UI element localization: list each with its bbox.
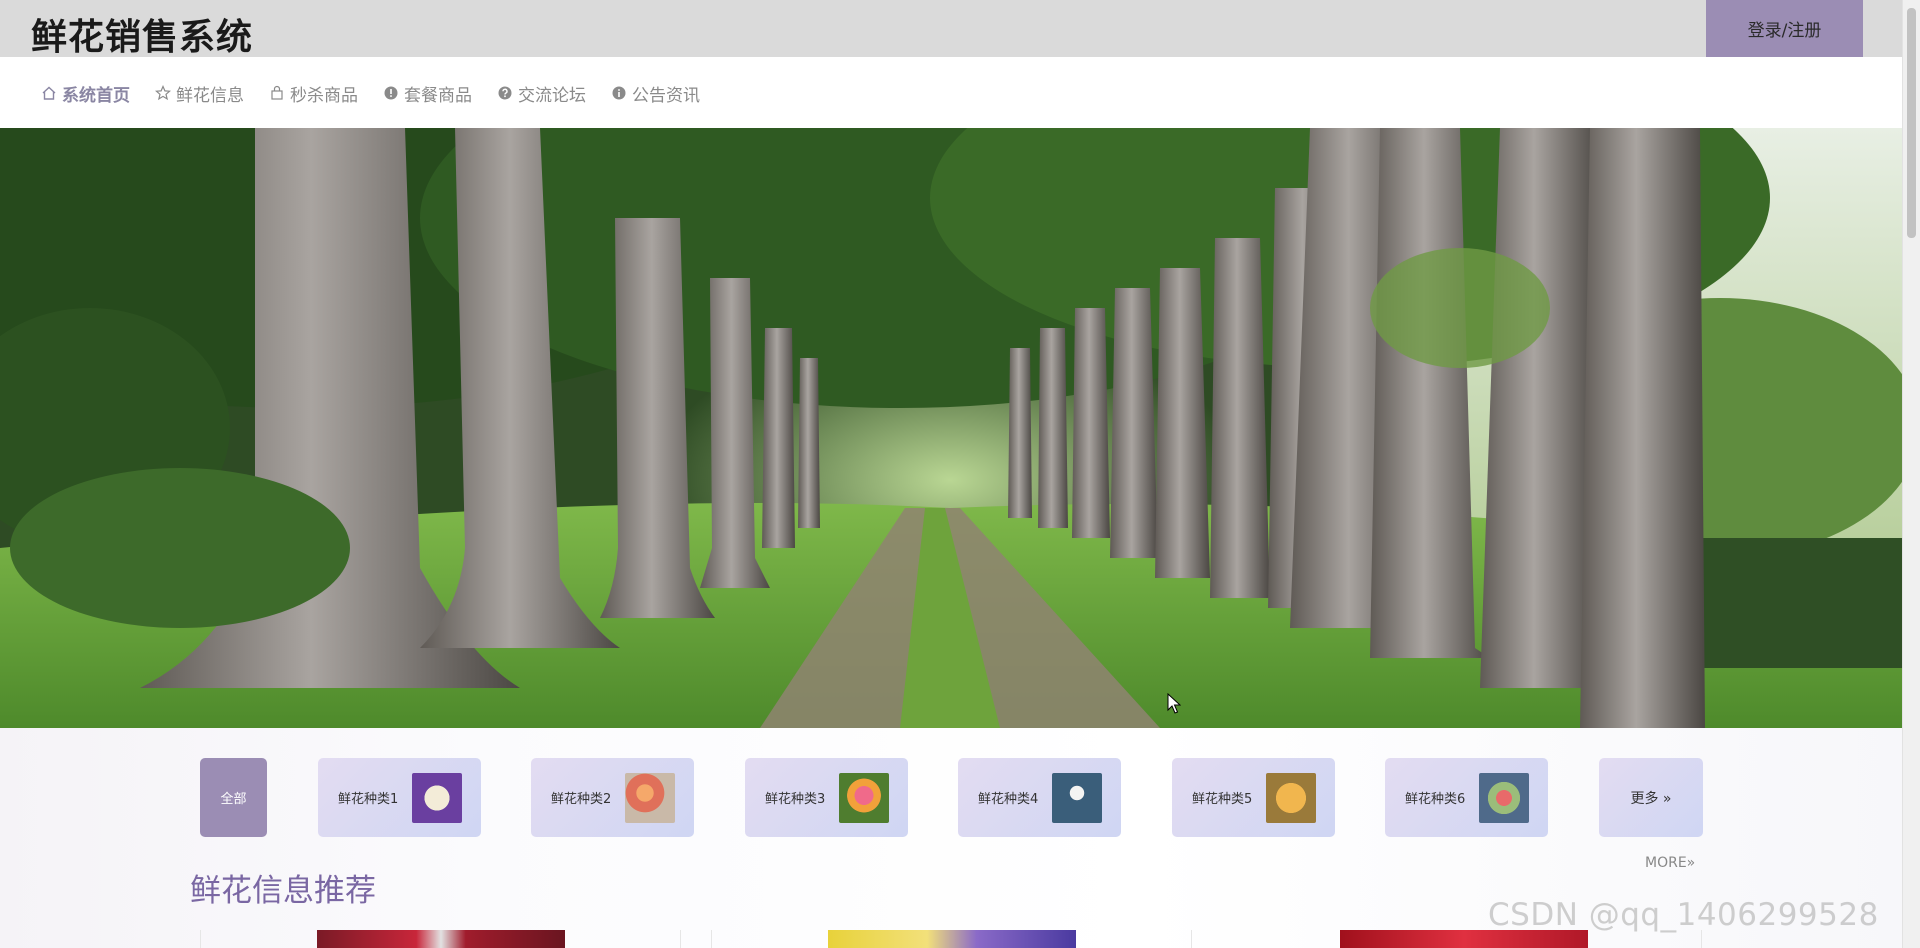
section-title: 鲜花信息推荐 (190, 873, 376, 909)
nav-label: 鲜花信息 (176, 85, 244, 106)
banner-illustration (0, 128, 1902, 728)
product-image (828, 930, 1076, 948)
nav-label: 交流论坛 (518, 85, 586, 106)
category-item[interactable]: 鲜花种类4 (958, 758, 1121, 837)
nav-item-flowers[interactable]: 鲜花信息 (154, 80, 244, 106)
category-item[interactable]: 鲜花种类1 (318, 758, 481, 837)
product-image (317, 930, 565, 948)
nav-label: 秒杀商品 (290, 85, 358, 106)
watermark: CSDN @qq_1406299528 (1488, 897, 1879, 933)
nav-label: 套餐商品 (404, 85, 472, 106)
category-thumbnail (625, 772, 675, 823)
category-thumbnail (1479, 772, 1529, 823)
category-label: 鲜花种类2 (551, 792, 612, 807)
nav-item-flash-sale[interactable]: 秒杀商品 (268, 80, 358, 106)
star-icon (154, 84, 172, 102)
category-item[interactable]: 鲜花种类2 (531, 758, 694, 837)
category-thumbnail (1052, 772, 1102, 823)
category-label: 鲜花种类1 (338, 792, 399, 807)
category-label: 鲜花种类6 (1405, 792, 1466, 807)
category-label: 鲜花种类3 (765, 792, 826, 807)
main-nav: 系统首页 鲜花信息 秒杀商品 套餐商品 交流论坛 公告资讯 (0, 57, 1902, 128)
login-register-button[interactable]: 登录/注册 (1706, 0, 1863, 57)
category-thumbnail (1266, 772, 1316, 823)
category-item[interactable]: 鲜花种类3 (745, 758, 908, 837)
nav-item-packages[interactable]: 套餐商品 (382, 80, 472, 106)
more-link[interactable]: MORE» (1645, 855, 1695, 871)
info-circle-icon (610, 84, 628, 102)
category-item[interactable]: 鲜花种类5 (1172, 758, 1335, 837)
category-label: 鲜花种类5 (1192, 792, 1253, 807)
nav-item-announcements[interactable]: 公告资讯 (610, 80, 700, 106)
header-bar: 鲜花销售系统 登录/注册 (0, 0, 1902, 58)
site-title: 鲜花销售系统 (31, 17, 254, 58)
category-thumbnail (839, 772, 889, 823)
question-circle-icon (496, 84, 514, 102)
category-more-button[interactable]: 更多 » (1599, 758, 1703, 837)
banner-image[interactable] (0, 128, 1902, 728)
product-card[interactable] (711, 930, 1192, 948)
bag-icon (268, 84, 286, 102)
category-label: 鲜花种类4 (978, 792, 1039, 807)
home-icon (40, 84, 58, 102)
exclamation-circle-icon (382, 84, 400, 102)
product-card[interactable] (200, 930, 681, 948)
nav-label: 公告资讯 (632, 85, 700, 106)
nav-item-home[interactable]: 系统首页 (40, 80, 130, 106)
nav-item-forum[interactable]: 交流论坛 (496, 80, 586, 106)
page-scrollbar[interactable] (1902, 0, 1920, 948)
scrollbar-thumb[interactable] (1907, 8, 1916, 238)
category-item[interactable]: 鲜花种类6 (1385, 758, 1548, 837)
nav-label: 系统首页 (62, 85, 130, 106)
category-thumbnail (412, 772, 462, 823)
category-all-button[interactable]: 全部 (200, 758, 267, 837)
